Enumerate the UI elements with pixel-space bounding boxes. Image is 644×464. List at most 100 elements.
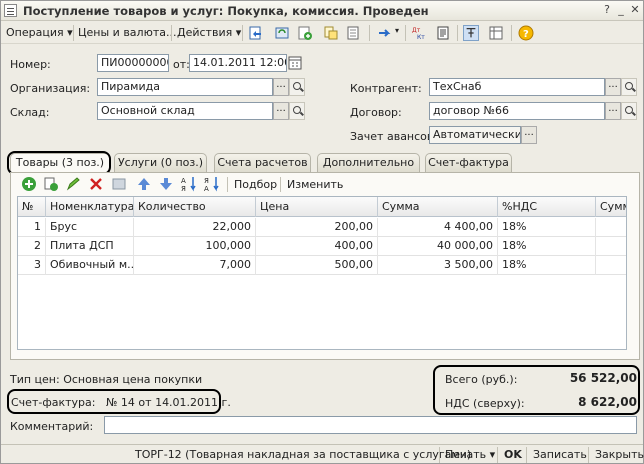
- svg-text:Я: Я: [204, 177, 209, 185]
- help-icon[interactable]: ?: [518, 25, 534, 41]
- document-list-icon[interactable]: [345, 25, 361, 41]
- row-price[interactable]: 500,00: [256, 256, 378, 275]
- row-sum[interactable]: 4 400,00: [378, 218, 498, 237]
- row-vat-sum[interactable]: [596, 237, 626, 256]
- help-title-button[interactable]: ?: [600, 4, 614, 17]
- selection-button[interactable]: Подбор: [234, 178, 277, 191]
- warehouse-field[interactable]: Основной склад: [97, 102, 273, 120]
- svg-text:A: A: [181, 177, 186, 185]
- row-vat-rate[interactable]: 18%: [498, 237, 596, 256]
- row-sum[interactable]: 40 000,00: [378, 237, 498, 256]
- operation-menu[interactable]: Операция ▾: [6, 26, 73, 39]
- row-price[interactable]: 200,00: [256, 218, 378, 237]
- document-icon: [4, 4, 17, 17]
- print-menu[interactable]: Печать ▾: [445, 448, 495, 461]
- price-type-link[interactable]: Тип цен: Основная цена покупки: [10, 373, 202, 386]
- contract-field[interactable]: договор №66: [429, 102, 605, 120]
- warehouse-select-button[interactable]: ...: [273, 102, 289, 120]
- row-vat-rate[interactable]: 18%: [498, 256, 596, 275]
- torg12-print-button[interactable]: ТОРГ-12 (Товарная накладная за поставщик…: [135, 448, 471, 461]
- col-nomenclature[interactable]: Номенклатура: [46, 197, 134, 217]
- col-vat-sum[interactable]: Сумма: [596, 197, 626, 217]
- comment-field[interactable]: [104, 416, 637, 434]
- col-number[interactable]: №: [18, 197, 46, 217]
- report-icon[interactable]: [435, 25, 451, 41]
- row-nomenclature[interactable]: Брус: [46, 218, 134, 237]
- goods-table: № Номенклатура Количество Цена Сумма %НД…: [17, 196, 627, 350]
- number-field[interactable]: ПИ00000000(: [97, 54, 169, 72]
- table-row[interactable]: 2 Плита ДСП 100,000 400,00 40 000,00 18%: [18, 237, 626, 256]
- contract-select-button[interactable]: ...: [605, 102, 621, 120]
- row-vat-rate[interactable]: 18%: [498, 218, 596, 237]
- sort-ascending-icon[interactable]: AЯ: [181, 175, 197, 193]
- row-number: 2: [18, 237, 46, 256]
- delete-row-icon[interactable]: [88, 176, 104, 192]
- refresh-icon[interactable]: [274, 25, 290, 41]
- row-nomenclature[interactable]: Обивочный м...: [46, 256, 134, 275]
- table-row[interactable]: 3 Обивочный м... 7,000 500,00 3 500,00 1…: [18, 256, 626, 275]
- copy-row-icon[interactable]: [43, 176, 59, 192]
- change-button[interactable]: Изменить: [287, 178, 343, 191]
- advance-offset-label: Зачет авансов:: [350, 130, 438, 143]
- organization-search-icon[interactable]: [289, 78, 305, 96]
- contractor-select-button[interactable]: ...: [605, 78, 621, 96]
- table-row[interactable]: 1 Брус 22,000 200,00 4 400,00 18%: [18, 218, 626, 237]
- move-up-icon[interactable]: [136, 176, 152, 192]
- advance-offset-select-button[interactable]: ...: [521, 126, 537, 144]
- contractor-field[interactable]: ТехСнаб: [429, 78, 605, 96]
- invoice-highlight: [7, 389, 221, 414]
- col-sum[interactable]: Сумма: [378, 197, 498, 217]
- save-button[interactable]: Записать: [533, 448, 587, 461]
- date-field[interactable]: 14.01.2011 12:00:0: [189, 54, 287, 72]
- row-number: 1: [18, 218, 46, 237]
- create-based-icon[interactable]: [297, 25, 313, 41]
- row-vat-sum[interactable]: [596, 256, 626, 275]
- warehouse-label: Склад:: [10, 106, 50, 119]
- col-vat-rate[interactable]: %НДС: [498, 197, 596, 217]
- tab-services[interactable]: Услуги (0 поз.): [114, 153, 207, 172]
- row-vat-sum[interactable]: [596, 218, 626, 237]
- table-settings-icon[interactable]: [488, 25, 504, 41]
- move-dropdown-icon[interactable]: ▾: [395, 26, 399, 35]
- col-price[interactable]: Цена: [256, 197, 378, 217]
- col-quantity[interactable]: Количество: [134, 197, 256, 217]
- calendar-icon[interactable]: [288, 55, 302, 71]
- tab-additional[interactable]: Дополнительно: [317, 153, 420, 172]
- debit-credit-icon[interactable]: ДтКт: [411, 25, 427, 41]
- close-button[interactable]: Закрыть: [595, 448, 644, 461]
- end-edit-icon[interactable]: [111, 176, 127, 192]
- actions-menu[interactable]: Действия ▾: [177, 26, 241, 39]
- minimize-button[interactable]: _: [614, 4, 628, 17]
- ok-button[interactable]: OK: [504, 448, 522, 461]
- number-label: Номер:: [10, 58, 51, 71]
- tab-invoice[interactable]: Счет-фактура: [425, 153, 512, 172]
- row-price[interactable]: 400,00: [256, 237, 378, 256]
- sort-descending-icon[interactable]: ЯA: [204, 175, 220, 193]
- edit-row-icon[interactable]: [65, 176, 81, 192]
- warehouse-search-icon[interactable]: [289, 102, 305, 120]
- organization-label: Организация:: [10, 82, 91, 95]
- add-row-icon[interactable]: [21, 176, 37, 192]
- organization-select-button[interactable]: ...: [273, 78, 289, 96]
- contractor-search-icon[interactable]: [621, 78, 637, 96]
- row-quantity[interactable]: 100,000: [134, 237, 256, 256]
- advance-offset-field[interactable]: Автоматически: [429, 126, 521, 144]
- prices-currency-button[interactable]: Цены и валюта...: [78, 26, 176, 39]
- svg-text:Я: Я: [181, 185, 186, 193]
- close-window-button[interactable]: ✕: [628, 4, 642, 17]
- move-icon[interactable]: [377, 25, 393, 41]
- svg-text:?: ?: [523, 29, 529, 40]
- subordinate-structure-icon[interactable]: [463, 25, 479, 41]
- toolbar: Операция ▾ Цены и валюта... Действия ▾ ▾…: [1, 22, 643, 44]
- post-document-icon[interactable]: [248, 25, 264, 41]
- move-down-icon[interactable]: [158, 176, 174, 192]
- organization-field[interactable]: Пирамида: [97, 78, 273, 96]
- row-quantity[interactable]: 7,000: [134, 256, 256, 275]
- row-nomenclature[interactable]: Плита ДСП: [46, 237, 134, 256]
- contract-search-icon[interactable]: [621, 102, 637, 120]
- comment-label: Комментарий:: [10, 420, 94, 433]
- row-sum[interactable]: 3 500,00: [378, 256, 498, 275]
- row-quantity[interactable]: 22,000: [134, 218, 256, 237]
- tab-accounts[interactable]: Счета расчетов: [214, 153, 311, 172]
- structure-icon[interactable]: [323, 25, 339, 41]
